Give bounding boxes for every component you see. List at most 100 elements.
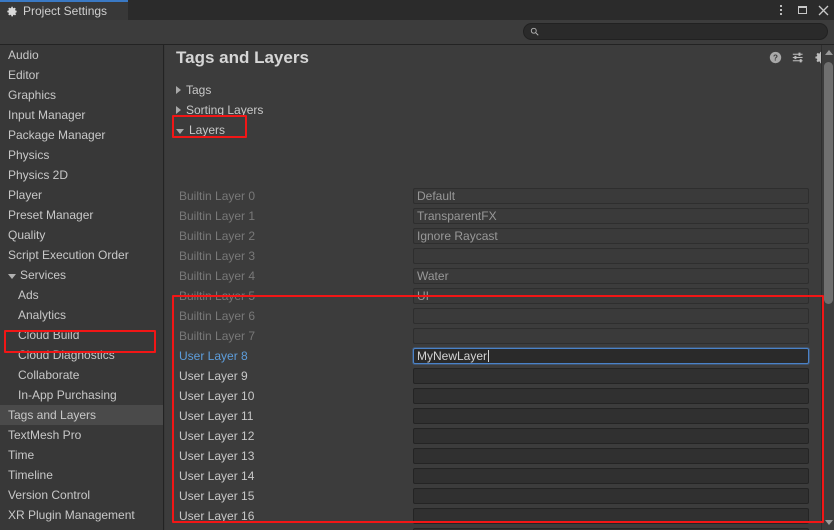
sidebar-item-label: Package Manager xyxy=(8,128,106,142)
layer-name-input[interactable] xyxy=(413,388,809,404)
sidebar-item-physics-2d[interactable]: Physics 2D xyxy=(0,165,163,185)
sidebar-item-quality[interactable]: Quality xyxy=(0,225,163,245)
sidebar-item-audio[interactable]: Audio xyxy=(0,45,163,65)
layer-row: User Layer 9 xyxy=(165,366,815,386)
sidebar-item-label: Time xyxy=(8,448,35,462)
layer-row: Builtin Layer 3 xyxy=(165,246,815,266)
sidebar-item-label: Audio xyxy=(8,48,39,62)
layer-row: User Layer 17 xyxy=(165,526,815,530)
sidebar-item-label: Tags and Layers xyxy=(8,408,97,422)
gear-icon xyxy=(7,6,17,16)
layer-name-label: User Layer 13 xyxy=(179,449,255,463)
sidebar-item-textmesh-pro[interactable]: TextMesh Pro xyxy=(0,425,163,445)
close-icon[interactable] xyxy=(816,3,830,17)
layer-row: User Layer 8 MyNewLayer xyxy=(165,346,815,366)
help-icon[interactable]: ? xyxy=(769,51,782,64)
tab-label: Project Settings xyxy=(23,4,108,18)
search-box[interactable] xyxy=(523,23,828,40)
sidebar-item-services[interactable]: Services xyxy=(0,265,163,285)
settings-sidebar[interactable]: Audio Editor Graphics Input Manager Package … xyxy=(0,45,164,530)
layer-name-label: Builtin Layer 5 xyxy=(179,289,256,303)
layer-row: User Layer 12 xyxy=(165,426,815,446)
layer-row: Builtin Layer 0 Default xyxy=(165,186,815,206)
window-controls xyxy=(774,0,830,20)
layer-name-input[interactable] xyxy=(413,468,809,484)
preset-icon[interactable] xyxy=(792,51,805,64)
layer-name-label: Builtin Layer 1 xyxy=(179,209,256,223)
layer-row: User Layer 10 xyxy=(165,386,815,406)
layer-name-input[interactable] xyxy=(413,508,809,524)
layer-name-label: Builtin Layer 2 xyxy=(179,229,256,243)
sidebar-item-graphics[interactable]: Graphics xyxy=(0,85,163,105)
sidebar-item-editor[interactable]: Editor xyxy=(0,65,163,85)
sidebar-item-package-manager[interactable]: Package Manager xyxy=(0,125,163,145)
sidebar-item-timeline[interactable]: Timeline xyxy=(0,465,163,485)
layer-row: Builtin Layer 2 Ignore Raycast xyxy=(165,226,815,246)
sidebar-item-ads[interactable]: Ads xyxy=(0,285,163,305)
sidebar-item-label: Input Manager xyxy=(8,108,86,122)
sidebar-item-label: Version Control xyxy=(8,488,91,502)
sidebar-item-label: Collaborate xyxy=(18,368,80,382)
chevron-down-icon[interactable] xyxy=(8,273,16,279)
layer-row: Builtin Layer 7 xyxy=(165,326,815,346)
sidebar-item-input-manager[interactable]: Input Manager xyxy=(0,105,163,125)
layer-row: User Layer 13 xyxy=(165,446,815,466)
layer-name-input[interactable] xyxy=(413,488,809,504)
layer-name-input: UI xyxy=(413,288,809,304)
tags-foldout[interactable]: Tags xyxy=(176,80,211,100)
sidebar-item-label: In-App Purchasing xyxy=(18,388,117,402)
chevron-right-icon xyxy=(176,106,181,114)
tags-foldout-label: Tags xyxy=(186,83,212,97)
maximize-icon[interactable] xyxy=(795,3,809,17)
layer-name-input[interactable] xyxy=(413,448,809,464)
scroll-up-arrow-icon[interactable] xyxy=(825,50,833,55)
layer-name-input xyxy=(413,328,809,344)
main-panel-header: Tags and Layers ? xyxy=(165,45,834,71)
layer-name-label: Builtin Layer 6 xyxy=(179,309,256,323)
sidebar-item-label: Editor xyxy=(8,68,40,82)
layer-name-label: User Layer 14 xyxy=(179,469,255,483)
sidebar-item-xr-plugin-management[interactable]: XR Plugin Management xyxy=(0,505,163,525)
layers-list: Builtin Layer 0 Default Builtin Layer 1 Tra… xyxy=(165,186,815,530)
layer-name-label: User Layer 10 xyxy=(179,389,255,403)
search-icon xyxy=(530,27,539,36)
more-vertical-icon[interactable] xyxy=(774,3,788,17)
sidebar-item-label: Services xyxy=(20,268,67,282)
chevron-right-icon xyxy=(176,86,181,94)
sidebar-item-cloud-diagnostics[interactable]: Cloud Diagnostics xyxy=(0,345,163,365)
sidebar-item-collaborate[interactable]: Collaborate xyxy=(0,365,163,385)
sidebar-item-label: Physics 2D xyxy=(8,168,69,182)
scroll-down-arrow-icon[interactable] xyxy=(825,520,833,525)
layer-value-text: Ignore Raycast xyxy=(417,229,498,243)
layer-name-input[interactable] xyxy=(413,408,809,424)
layer-row: User Layer 11 xyxy=(165,406,815,426)
sidebar-item-script-execution-order[interactable]: Script Execution Order xyxy=(0,245,163,265)
layers-foldout[interactable]: Layers xyxy=(176,120,225,140)
layer-row: User Layer 14 xyxy=(165,466,815,486)
layer-name-input[interactable] xyxy=(413,428,809,444)
sidebar-item-time[interactable]: Time xyxy=(0,445,163,465)
layer-value-text: MyNewLayer xyxy=(417,349,488,363)
sidebar-item-physics[interactable]: Physics xyxy=(0,145,163,165)
layer-name-input-focused[interactable]: MyNewLayer xyxy=(413,348,809,364)
vertical-scrollbar[interactable] xyxy=(821,45,834,530)
layer-name-input[interactable] xyxy=(413,368,809,384)
layer-name-label: Builtin Layer 0 xyxy=(179,189,256,203)
layer-row: Builtin Layer 5 UI xyxy=(165,286,815,306)
tab-project-settings[interactable]: Project Settings xyxy=(0,0,128,20)
sidebar-item-label: Ads xyxy=(18,288,39,302)
sidebar-item-analytics[interactable]: Analytics xyxy=(0,305,163,325)
sidebar-item-version-control[interactable]: Version Control xyxy=(0,485,163,505)
sidebar-item-in-app-purchasing[interactable]: In-App Purchasing xyxy=(0,385,163,405)
sidebar-item-player[interactable]: Player xyxy=(0,185,163,205)
sidebar-list: Audio Editor Graphics Input Manager Package … xyxy=(0,45,163,525)
sidebar-item-label: XR Plugin Management xyxy=(8,508,135,522)
scrollbar-thumb[interactable] xyxy=(824,62,833,304)
sidebar-item-tags-and-layers[interactable]: Tags and Layers xyxy=(0,405,163,425)
sidebar-item-cloud-build[interactable]: Cloud Build xyxy=(0,325,163,345)
sorting-layers-foldout[interactable]: Sorting Layers xyxy=(176,100,263,120)
search-input[interactable] xyxy=(539,25,813,38)
sidebar-item-preset-manager[interactable]: Preset Manager xyxy=(0,205,163,225)
layer-value-text: UI xyxy=(417,289,429,303)
layer-name-label: Builtin Layer 3 xyxy=(179,249,256,263)
